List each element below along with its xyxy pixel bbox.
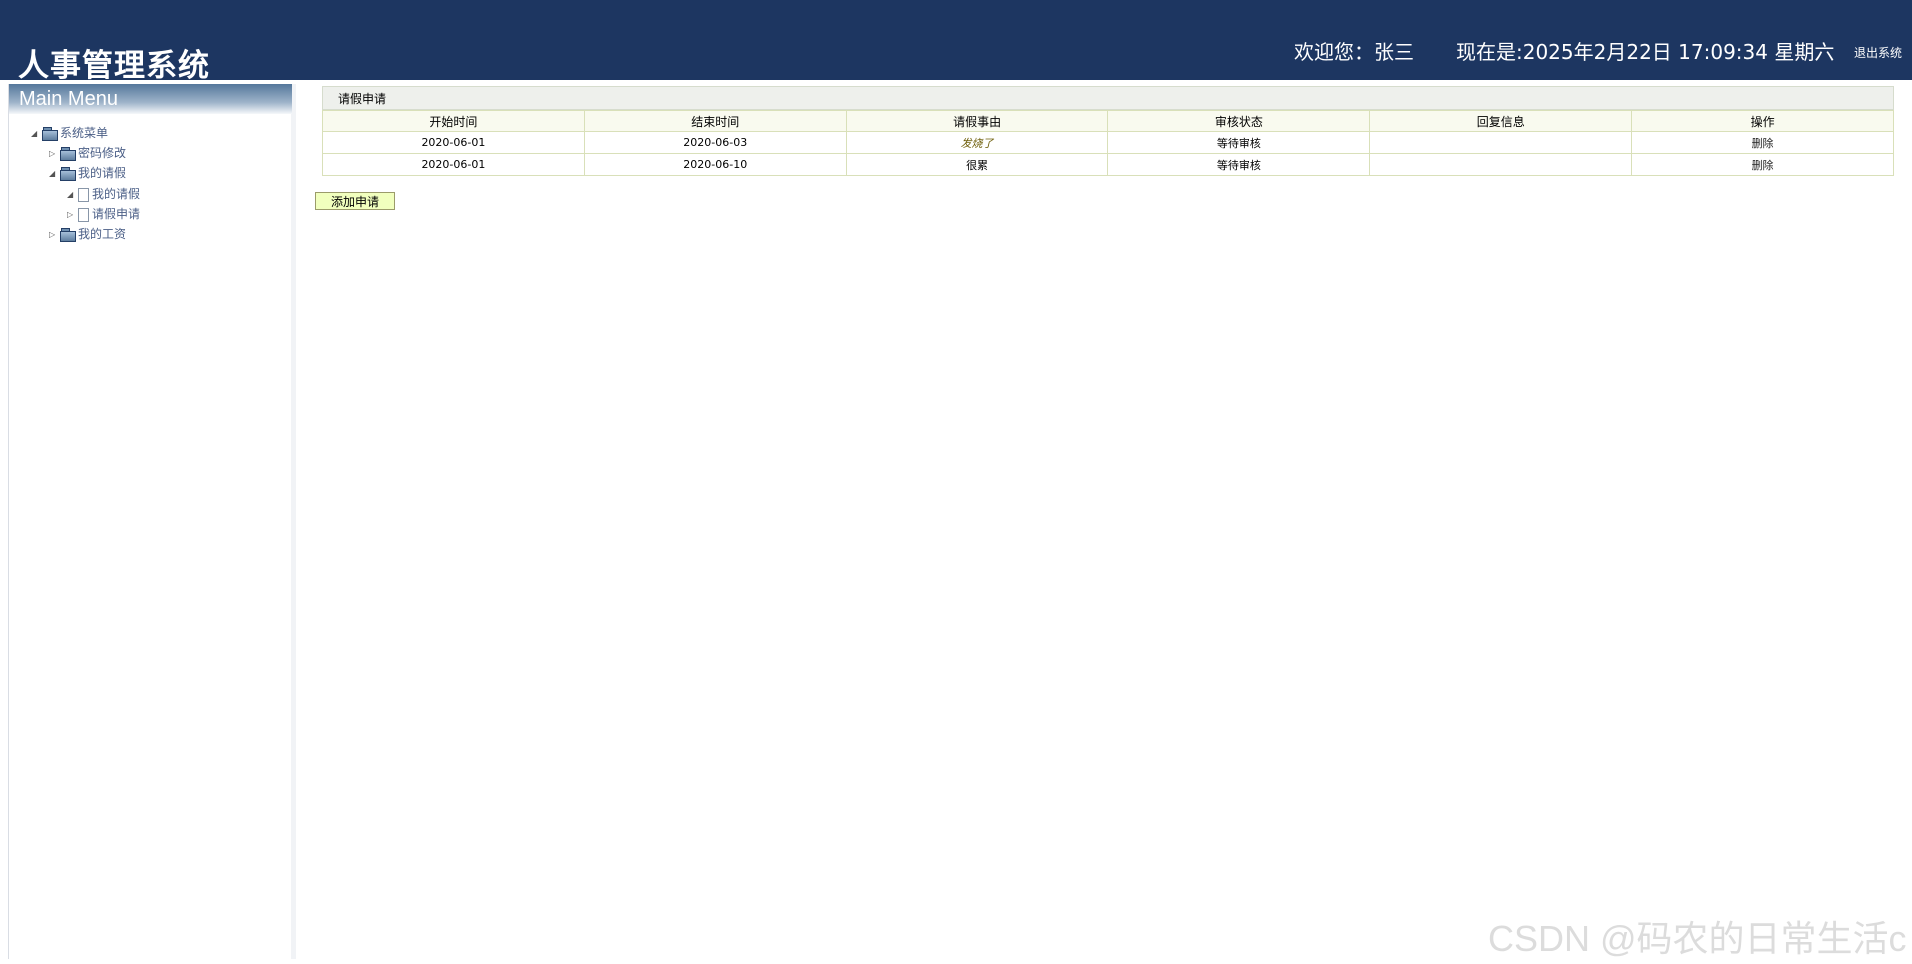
expanded-arrow-icon[interactable]: ◢: [49, 169, 60, 178]
start-date: 2020-06-01: [322, 153, 585, 176]
end-date: 2020-06-10: [583, 153, 847, 176]
reply-message: [1369, 131, 1633, 154]
tree-item-leave-request[interactable]: ▷ 请假申请: [67, 205, 140, 223]
tree-item-my-leave-folder[interactable]: ◢ 我的请假: [49, 164, 126, 182]
column-start-time: 开始时间: [322, 110, 585, 132]
sidebar-header: Main Menu: [9, 84, 292, 114]
delete-link[interactable]: 删除: [1752, 137, 1774, 150]
collapsed-arrow-icon[interactable]: ▷: [67, 210, 78, 219]
app-title: 人事管理系统: [18, 48, 210, 84]
main-content: 请假申请 开始时间 结束时间 请假事由 审核状态 回复信息 操作 2020-06…: [315, 86, 1894, 886]
leave-reason: 发烧了: [845, 131, 1109, 154]
add-request-button[interactable]: 添加申请: [315, 192, 395, 210]
folder-icon: [60, 147, 76, 161]
action-cell: 删除: [1631, 153, 1894, 176]
top-header: 人事管理系统 欢迎您：张三 现在是:2025年2月22日 17:09:34 星期…: [0, 0, 1912, 84]
column-status: 审核状态: [1107, 110, 1371, 132]
file-icon: [78, 207, 89, 222]
expanded-arrow-icon[interactable]: ◢: [67, 190, 78, 199]
start-date: 2020-06-01: [322, 131, 585, 154]
leave-table: 开始时间 结束时间 请假事由 审核状态 回复信息 操作 2020-06-01 2…: [322, 110, 1894, 176]
collapsed-arrow-icon[interactable]: ▷: [49, 149, 60, 158]
expanded-arrow-icon[interactable]: ◢: [31, 129, 42, 138]
leave-reason: 很累: [845, 153, 1109, 176]
current-datetime: 现在是:2025年2月22日 17:09:34 星期六: [1456, 40, 1835, 64]
folder-icon: [60, 167, 76, 181]
tree-item-label: 密码修改: [78, 146, 127, 160]
table-row: 2020-06-01 2020-06-03 发烧了 等待审核 删除: [322, 131, 1894, 154]
logout-link[interactable]: 退出系统: [1854, 44, 1902, 61]
tree-item-label: 我的工资: [78, 227, 127, 241]
column-end-time: 结束时间: [583, 110, 847, 132]
tree-item-system-menu[interactable]: ◢ 系统菜单: [31, 124, 108, 142]
review-status: 等待审核: [1107, 153, 1371, 176]
delete-link[interactable]: 删除: [1752, 159, 1774, 172]
tree-item-label: 我的请假: [92, 187, 141, 201]
file-icon: [78, 187, 89, 202]
column-reason: 请假事由: [845, 110, 1109, 132]
tree-item-my-salary[interactable]: ▷ 我的工资: [49, 225, 126, 243]
folder-icon: [60, 228, 76, 242]
collapsed-arrow-icon[interactable]: ▷: [49, 230, 60, 239]
tree-item-label: 我的请假: [78, 166, 127, 180]
panel-title: 请假申请: [322, 86, 1894, 110]
watermark: CSDN @码农的日常生活c: [1488, 918, 1907, 959]
review-status: 等待审核: [1107, 131, 1371, 154]
sidebar: Main Menu ◢ 系统菜单 ▷ 密码修改 ◢ 我的请假 ◢ 我的请假 ▷ 请假申请 …: [8, 84, 296, 959]
action-cell: 删除: [1631, 131, 1894, 154]
column-reply: 回复信息: [1369, 110, 1633, 132]
table-header-row: 开始时间 结束时间 请假事由 审核状态 回复信息 操作: [322, 110, 1894, 132]
tree-item-label: 请假申请: [92, 207, 141, 221]
welcome-user: 欢迎您：张三: [1294, 40, 1414, 64]
reply-message: [1369, 153, 1633, 176]
column-action: 操作: [1631, 110, 1894, 132]
tree-item-password-change[interactable]: ▷ 密码修改: [49, 144, 126, 162]
tree-item-label: 系统菜单: [60, 126, 109, 140]
end-date: 2020-06-03: [583, 131, 847, 154]
table-row: 2020-06-01 2020-06-10 很累 等待审核 删除: [322, 153, 1894, 176]
tree-item-my-leave[interactable]: ◢ 我的请假: [67, 185, 140, 203]
folder-icon: [42, 127, 58, 141]
